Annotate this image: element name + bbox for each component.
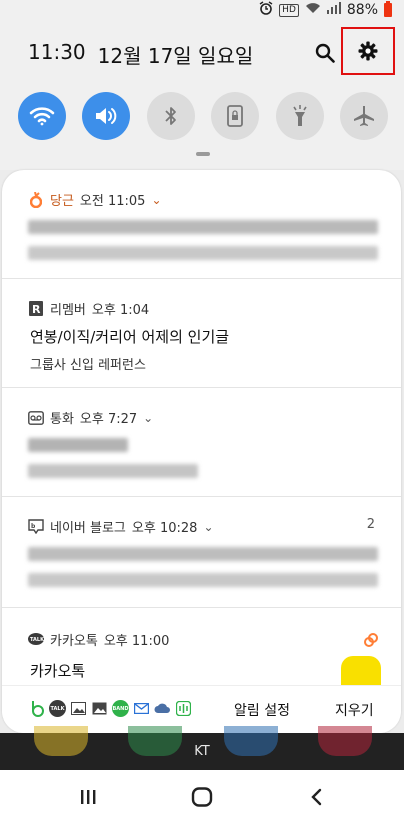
svg-text:b: b	[31, 523, 36, 530]
notification-kakaotalk[interactable]: TALK 카카오톡 오후 11:00 카카오톡	[2, 608, 401, 690]
clear-all-button[interactable]: 지우기	[335, 700, 374, 720]
lock-screen-icon	[227, 105, 243, 127]
voice-recorder-icon	[175, 700, 192, 717]
more-apps-icons: TALK BAND	[28, 700, 192, 717]
redacted-message	[28, 438, 128, 452]
back-icon	[311, 788, 322, 806]
alarm-icon	[259, 1, 273, 19]
notification-count: 2	[366, 517, 375, 532]
airplane-icon	[354, 106, 374, 126]
wifi-status-icon	[305, 2, 321, 18]
redacted-message	[28, 573, 378, 587]
search-icon	[315, 43, 335, 63]
daangn-carrot-icon	[28, 191, 44, 208]
notification-title: 카카오톡	[30, 662, 86, 680]
app-name: 리멤버	[50, 303, 86, 318]
status-bar: HD 88%	[0, 0, 404, 20]
expand-chevron-icon[interactable]: ⌄	[203, 520, 213, 534]
navigation-bar	[0, 770, 404, 825]
expand-chevron-icon[interactable]: ⌄	[151, 193, 161, 207]
b-app-icon	[28, 700, 45, 717]
expand-chevron-icon[interactable]: ⌄	[143, 411, 153, 425]
redacted-message	[28, 220, 378, 234]
signal-icon	[326, 2, 341, 18]
time-text: 오후 1:04	[91, 303, 150, 318]
flashlight-icon	[293, 105, 307, 126]
battery-level: 88%	[346, 2, 378, 18]
gear-icon	[358, 41, 378, 61]
qs-sound-toggle[interactable]	[82, 92, 130, 140]
speaker-icon	[96, 108, 117, 124]
voicemail-icon	[28, 410, 44, 426]
sync-link-icon	[363, 632, 379, 652]
talk-icon: TALK	[49, 700, 66, 717]
app-name: 네이버 블로그	[50, 521, 126, 536]
notification-daangn[interactable]: 당근 오전 11:05 ⌄	[2, 170, 401, 279]
notification-title: 연봉/이직/커리어 어제의 인기글	[30, 328, 230, 346]
notification-panel: 당근 오전 11:05 ⌄ R 리멤버 오후 1:04 연봉/이직/커리어 어제…	[2, 170, 401, 733]
notification-naver-blog[interactable]: b 네이버 블로그 오후 10:28 ⌄ 2	[2, 497, 401, 608]
qs-rotation-lock-toggle[interactable]	[211, 92, 259, 140]
qs-airplane-toggle[interactable]	[340, 92, 388, 140]
wifi-icon	[29, 107, 55, 126]
battery-icon	[384, 1, 392, 17]
home-button[interactable]	[182, 782, 222, 812]
clock-time: 11:30	[28, 40, 86, 64]
svg-text:R: R	[32, 303, 41, 316]
date-text: 12월 17일 일요일	[97, 44, 254, 68]
photo-icon	[91, 700, 108, 717]
cloud-icon	[154, 700, 171, 717]
notification-remember[interactable]: R 리멤버 오후 1:04 연봉/이직/커리어 어제의 인기글 그룹사 신입 레…	[2, 279, 401, 388]
qs-wifi-toggle[interactable]	[18, 92, 66, 140]
shade-drag-handle[interactable]	[196, 152, 210, 156]
qs-bluetooth-toggle[interactable]	[147, 92, 195, 140]
redacted-message	[28, 246, 378, 260]
gallery-icon	[70, 700, 87, 717]
band-icon: BAND	[112, 700, 129, 717]
notification-shade-header	[0, 0, 404, 170]
remember-r-icon: R	[28, 301, 44, 317]
clock-date: 11:30 12월 17일 일요일	[28, 40, 253, 69]
app-name: 통화	[50, 412, 74, 427]
hd-voice-badge: HD	[279, 3, 299, 17]
home-icon	[191, 787, 213, 807]
naver-blog-icon: b	[28, 519, 44, 535]
carrier-label: KT	[194, 744, 210, 759]
redacted-message	[28, 547, 378, 561]
search-button[interactable]	[310, 36, 340, 70]
bluetooth-icon	[165, 107, 176, 125]
qs-flashlight-toggle[interactable]	[276, 92, 324, 140]
app-name: 카카오톡	[50, 634, 98, 649]
mail-icon	[133, 700, 150, 717]
svg-text:TALK: TALK	[30, 637, 44, 643]
app-name: 당근	[50, 194, 74, 209]
time-text: 오후 10:28	[131, 521, 198, 536]
recent-apps-icon	[81, 790, 96, 804]
redacted-message	[28, 464, 198, 478]
time-text: 오전 11:05	[79, 194, 146, 209]
quick-settings-row	[18, 92, 394, 140]
settings-button[interactable]	[341, 27, 395, 75]
time-text: 오후 7:27	[79, 412, 138, 427]
back-button[interactable]	[296, 782, 336, 812]
notification-settings-button[interactable]: 알림 설정	[234, 700, 290, 720]
recent-apps-button[interactable]	[68, 782, 108, 812]
notification-call[interactable]: 통화 오후 7:27 ⌄	[2, 388, 401, 497]
time-text: 오후 11:00	[103, 634, 170, 649]
notification-body: 그룹사 신입 레퍼런스	[30, 358, 146, 373]
kakaotalk-icon: TALK	[28, 632, 44, 648]
